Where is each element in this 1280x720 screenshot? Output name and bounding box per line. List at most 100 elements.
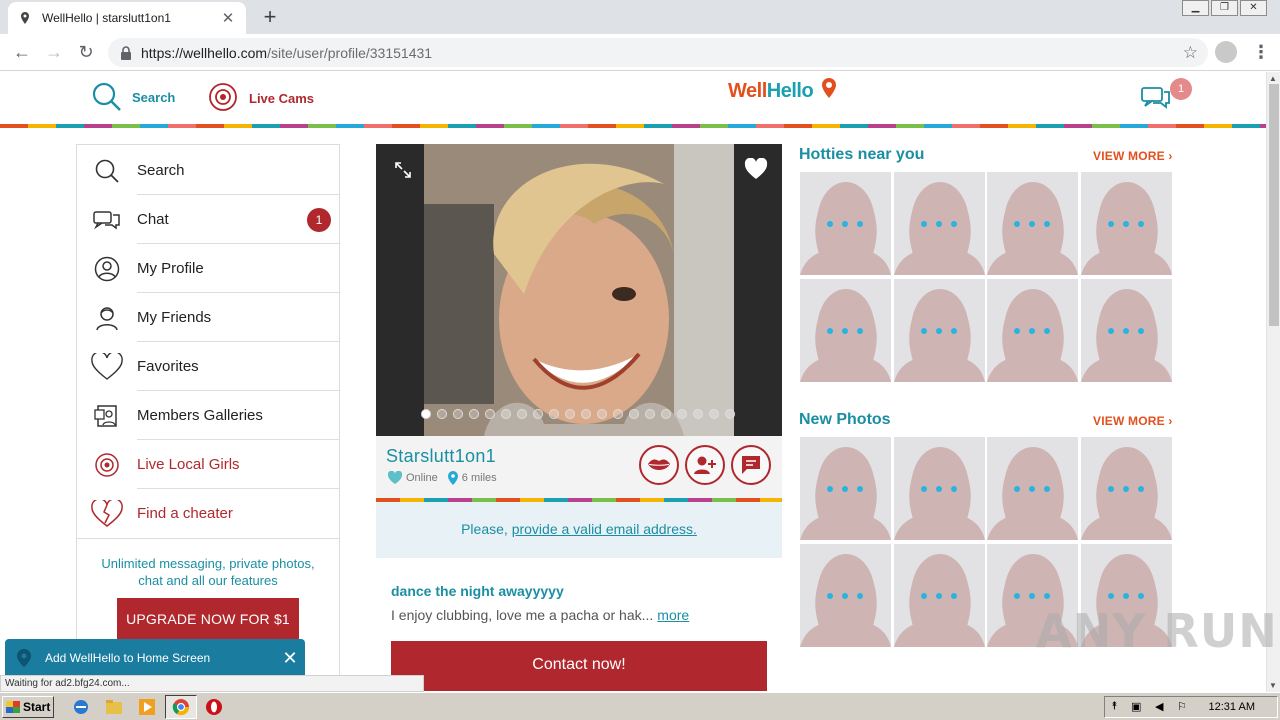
start-button[interactable]: Start xyxy=(2,696,54,718)
member-thumbnail[interactable] xyxy=(987,279,1078,382)
reload-button[interactable]: ↻ xyxy=(74,40,98,64)
new-photos-view-more-link[interactable]: VIEW MORE › xyxy=(1093,414,1173,428)
network-icon[interactable]: ▣ xyxy=(1131,700,1141,713)
maximize-button[interactable]: ❐ xyxy=(1211,0,1238,16)
sidebar-item-my-profile[interactable]: My Profile xyxy=(77,244,339,293)
folder-icon[interactable] xyxy=(105,698,123,716)
browser-profile-avatar[interactable] xyxy=(1215,41,1237,63)
pagination-dot[interactable] xyxy=(597,409,607,419)
member-thumbnail[interactable] xyxy=(800,544,891,647)
upgrade-button[interactable]: UPGRADE NOW FOR $1 xyxy=(117,598,299,640)
expand-icon[interactable] xyxy=(394,161,412,184)
pagination-dot[interactable] xyxy=(517,409,527,419)
pagination-dot[interactable] xyxy=(645,409,655,419)
profile-headline: dance the night awayyyyy xyxy=(391,583,564,599)
page-scrollbar[interactable]: ▲ ▼ xyxy=(1266,72,1280,692)
add-friend-button[interactable] xyxy=(685,445,725,485)
header-livecams-link[interactable]: Live Cams xyxy=(207,82,314,114)
member-thumbnail[interactable] xyxy=(800,279,891,382)
pagination-dot[interactable] xyxy=(469,409,479,419)
scrollbar-thumb[interactable] xyxy=(1269,84,1279,326)
member-thumbnail[interactable] xyxy=(894,437,985,540)
sidebar-item-label: Search xyxy=(137,162,185,179)
header-search-link[interactable]: Search xyxy=(92,82,175,112)
pagination-dot[interactable] xyxy=(581,409,591,419)
pagination-dot[interactable] xyxy=(725,409,735,419)
header-chat-icon[interactable] xyxy=(1140,84,1172,115)
pagination-dot[interactable] xyxy=(613,409,623,419)
pagination-dot[interactable] xyxy=(661,409,671,419)
member-thumbnail[interactable] xyxy=(894,279,985,382)
forward-button[interactable]: → xyxy=(42,40,66,64)
close-window-button[interactable]: ✕ xyxy=(1240,0,1267,16)
hotties-view-more-link[interactable]: VIEW MORE › xyxy=(1093,149,1173,163)
sidebar-item-label: My Profile xyxy=(137,260,204,277)
scroll-down-arrow-icon[interactable]: ▼ xyxy=(1269,681,1277,690)
browser-tab[interactable]: WellHello | starslutt1on1 ✕ xyxy=(8,2,246,34)
media-player-icon[interactable] xyxy=(138,698,156,716)
pagination-dot[interactable] xyxy=(437,409,447,419)
photo-pagination-dots[interactable] xyxy=(421,409,735,419)
sidebar-item-label: Live Local Girls xyxy=(137,456,240,473)
contact-now-button[interactable]: Contact now! xyxy=(391,641,767,691)
sidebar-item-find-a-cheater[interactable]: Find a cheater xyxy=(77,489,339,538)
close-banner-icon[interactable]: ✕ xyxy=(275,648,305,669)
pagination-dot[interactable] xyxy=(565,409,575,419)
member-thumbnail[interactable] xyxy=(1081,279,1172,382)
member-thumbnail[interactable] xyxy=(1081,172,1172,275)
sidebar-item-my-friends[interactable]: My Friends xyxy=(77,293,339,342)
address-bar[interactable]: https://wellhello.com/site/user/profile/… xyxy=(108,38,1208,67)
sidebar-item-favorites[interactable]: Favorites xyxy=(77,342,339,391)
member-thumbnail[interactable] xyxy=(987,437,1078,540)
pagination-dot[interactable] xyxy=(629,409,639,419)
member-thumbnail[interactable] xyxy=(800,437,891,540)
add-to-home-screen-banner[interactable]: Add WellHello to Home Screen ✕ xyxy=(5,639,305,677)
member-thumbnail[interactable] xyxy=(987,172,1078,275)
back-button[interactable]: ← xyxy=(10,40,34,64)
sidebar-item-chat[interactable]: Chat 1 xyxy=(77,195,339,244)
close-tab-icon[interactable]: ✕ xyxy=(220,9,236,27)
member-thumbnail[interactable] xyxy=(894,544,985,647)
pagination-dot[interactable] xyxy=(677,409,687,419)
anyrun-watermark: ANY RUN xyxy=(1036,604,1278,658)
pagination-dot[interactable] xyxy=(421,409,431,419)
member-thumbnail[interactable] xyxy=(1081,437,1172,540)
wellhello-logo[interactable]: WellHello xyxy=(728,78,836,103)
pagination-dot[interactable] xyxy=(533,409,543,419)
chat-count-badge: 1 xyxy=(307,208,331,232)
pagination-dot[interactable] xyxy=(485,409,495,419)
message-icon xyxy=(742,456,760,474)
scroll-up-arrow-icon[interactable]: ▲ xyxy=(1269,74,1277,83)
tray-arrow-icon[interactable]: ⯭ xyxy=(1111,700,1118,713)
volume-icon[interactable]: ◀ xyxy=(1155,700,1163,713)
pagination-dot[interactable] xyxy=(693,409,703,419)
send-kiss-button[interactable] xyxy=(639,445,679,485)
sidebar-item-search[interactable]: Search xyxy=(77,146,339,195)
read-more-link[interactable]: more xyxy=(657,607,689,623)
member-thumbnail[interactable] xyxy=(894,172,985,275)
profile-photo-carousel[interactable] xyxy=(376,144,782,436)
internet-explorer-icon[interactable] xyxy=(72,698,90,716)
favorite-heart-icon[interactable] xyxy=(744,157,768,185)
chrome-taskbar-button[interactable] xyxy=(165,695,197,719)
profile-icon xyxy=(77,256,137,282)
send-message-button[interactable] xyxy=(731,445,771,485)
opera-icon[interactable] xyxy=(205,698,223,716)
action-center-flag-icon[interactable]: ⚐ xyxy=(1177,700,1187,713)
pagination-dot[interactable] xyxy=(453,409,463,419)
sidebar-item-live-local-girls[interactable]: Live Local Girls xyxy=(77,440,339,489)
gallery-icon xyxy=(77,403,137,429)
pagination-dot[interactable] xyxy=(501,409,511,419)
member-thumbnail[interactable] xyxy=(800,172,891,275)
minimize-button[interactable]: ▁ xyxy=(1182,0,1209,16)
bookmark-star-icon[interactable]: ☆ xyxy=(1183,43,1198,63)
pagination-dot[interactable] xyxy=(709,409,719,419)
sidebar-item-label: Members Galleries xyxy=(137,407,263,424)
pagination-dot[interactable] xyxy=(549,409,559,419)
browser-menu-icon[interactable]: ⋮ xyxy=(1252,42,1270,63)
provide-email-link[interactable]: provide a valid email address. xyxy=(512,521,697,537)
new-tab-button[interactable]: + xyxy=(258,4,282,30)
sidebar-item-members-galleries[interactable]: Members Galleries xyxy=(77,391,339,440)
loading-dots xyxy=(1014,593,1050,599)
broken-heart-icon xyxy=(77,499,137,528)
